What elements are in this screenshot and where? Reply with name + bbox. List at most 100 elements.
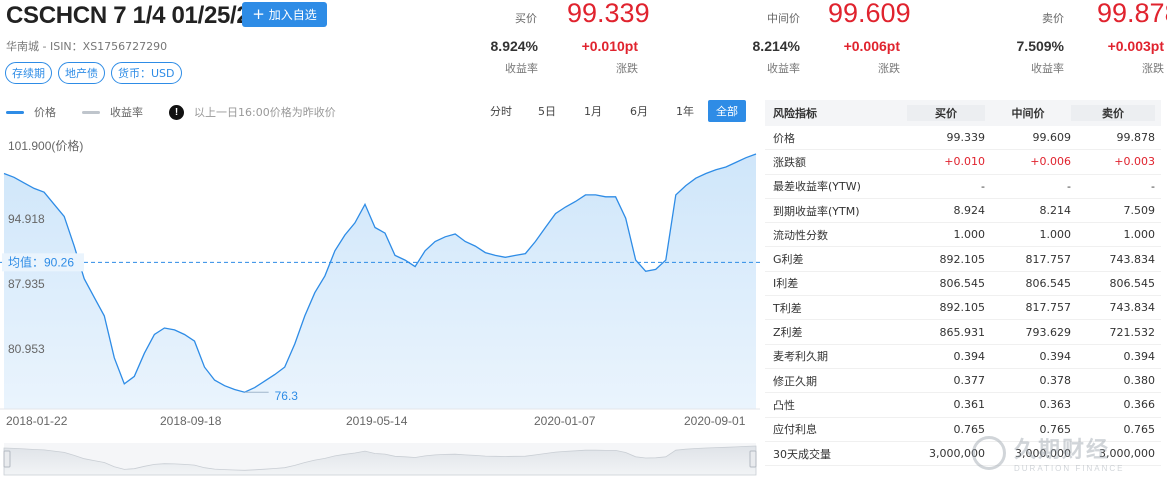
mid-value: 0.394 <box>1039 349 1072 363</box>
quote-yield: 7.509% <box>1016 38 1064 54</box>
header-mid: 中间价 <box>985 105 1071 121</box>
quote-yield-label: 收益率 <box>505 62 538 75</box>
bid-value: 0.361 <box>953 398 986 412</box>
metric-name: T利差 <box>773 301 802 315</box>
add-to-watchlist-button[interactable]: + 加入自选 <box>242 2 327 27</box>
mid-value: 3,000,000 <box>1015 447 1071 460</box>
x-tick-label: 2018-01-22 <box>6 414 68 428</box>
table-row: T利差 892.105 817.757 743.834 <box>765 296 1161 321</box>
header-metric: 风险指标 <box>773 107 817 120</box>
tag-currency[interactable]: 货币：USD <box>111 62 182 84</box>
ask-value: 99.878 <box>1116 131 1156 145</box>
ask-value: 7.509 <box>1123 204 1156 218</box>
bid-value: 892.105 <box>939 301 986 315</box>
mid-value: 0.765 <box>1039 422 1072 436</box>
quote-price: 99.609 <box>828 0 911 28</box>
quote-yield-label: 收益率 <box>767 62 800 75</box>
ask-value: 743.834 <box>1109 252 1156 266</box>
metric-name: 应付利息 <box>773 423 817 437</box>
bid-value: 806.545 <box>939 276 986 290</box>
quote-yield: 8.924% <box>490 38 538 54</box>
metric-name: 麦考利久期 <box>773 350 828 364</box>
close-price-note: 以上一日16:00价格为昨收价 <box>194 106 336 119</box>
ask-value: 743.834 <box>1109 301 1156 315</box>
x-tick-label: 2019-05-14 <box>346 414 408 428</box>
mid-value: 99.609 <box>1032 131 1072 145</box>
metric-name: 最差收益率(YTW) <box>773 180 861 194</box>
legend-price[interactable]: 价格 <box>6 104 56 120</box>
add-to-watchlist-label: 加入自选 <box>268 8 317 22</box>
bond-title: CSCHCN 7 1/4 01/25/21 <box>6 2 263 29</box>
tag-sector[interactable]: 地产债 <box>58 62 105 84</box>
time-range-selector: 分时 5日 1月 6月 1年 全部 <box>478 100 746 122</box>
range-all[interactable]: 全部 <box>708 100 746 122</box>
bid-value: 8.924 <box>953 204 986 218</box>
bid-value: - <box>981 179 985 193</box>
plot-area <box>0 153 760 409</box>
risk-metrics-table: 风险指标 买价 中间价 卖价 价格 99.339 99.609 99.878 涨跌额 +0… <box>765 100 1161 467</box>
tag-list: 存续期 地产债 货币：USD <box>5 62 182 84</box>
range-1y[interactable]: 1年 <box>662 100 708 122</box>
table-row: 流动性分数 1.000 1.000 1.000 <box>765 223 1161 248</box>
table-row: 价格 99.339 99.609 99.878 <box>765 126 1161 151</box>
bid-value: +0.010 <box>944 155 985 169</box>
ask-value: 1.000 <box>1123 228 1156 242</box>
navigator-handle-left[interactable] <box>3 450 11 468</box>
tag-status[interactable]: 存续期 <box>5 62 52 84</box>
ask-value: 806.545 <box>1109 276 1156 290</box>
x-tick-label: 2018-09-18 <box>160 414 222 428</box>
bid-value: 865.931 <box>939 325 986 339</box>
table-row: I利差 806.545 806.545 806.545 <box>765 272 1161 297</box>
quote-price: 99.339 <box>567 0 650 28</box>
x-tick-label: 2020-01-07 <box>534 414 596 428</box>
metric-name: 涨跌额 <box>773 155 806 169</box>
legend-price-swatch <box>6 110 24 114</box>
chart-legend: 价格 收益率 ! 以上一日16:00价格为昨收价 <box>6 104 336 120</box>
y-tick-label: 80.953 <box>8 342 45 356</box>
metric-name: Z利差 <box>773 326 803 340</box>
metric-name: 30天成交量 <box>773 447 831 461</box>
range-5d[interactable]: 5日 <box>524 100 570 122</box>
table-row: 应付利息 0.765 0.765 0.765 <box>765 418 1161 442</box>
average-label: 均值：90.26 <box>8 254 74 269</box>
table-row: Z利差 865.931 793.629 721.532 <box>765 320 1161 345</box>
legend-yield[interactable]: 收益率 <box>82 104 143 120</box>
metric-name: 到期收益率(YTM) <box>773 204 860 218</box>
mid-value: 806.545 <box>1025 276 1072 290</box>
metric-name: 修正久期 <box>773 374 817 388</box>
quote-yield-label: 收益率 <box>1031 62 1064 75</box>
ask-value: 0.394 <box>1123 349 1156 363</box>
header-bid: 买价 <box>907 105 985 121</box>
y-axis-top-label: 101.900(价格) <box>8 138 83 153</box>
table-row: 最差收益率(YTW) - - - <box>765 175 1161 199</box>
quote-label: 买价 <box>515 12 537 25</box>
range-1m[interactable]: 1月 <box>570 100 616 122</box>
mid-value: 817.757 <box>1025 252 1072 266</box>
table-row: 30天成交量 3,000,000 3,000,000 3,000,000 <box>765 442 1161 467</box>
ask-value: 0.765 <box>1123 422 1156 436</box>
table-row: 修正久期 0.377 0.378 0.380 <box>765 369 1161 394</box>
quote-change-label: 涨跌 <box>878 62 900 75</box>
mid-value: 1.000 <box>1039 228 1072 242</box>
bid-value: 892.105 <box>939 252 986 266</box>
plus-icon: + <box>252 5 265 23</box>
range-6m[interactable]: 6月 <box>616 100 662 122</box>
navigator-handle-right[interactable] <box>749 450 757 468</box>
range-intraday[interactable]: 分时 <box>478 100 524 122</box>
table-row: 涨跌额 +0.010 +0.006 +0.003 <box>765 150 1161 175</box>
price-chart[interactable]: 101.900(价格) 94.918 87.935 80.953 均值：90.2… <box>0 130 760 480</box>
mid-value: 8.214 <box>1039 204 1072 218</box>
quote-change: +0.010pt <box>581 38 638 54</box>
table-row: 到期收益率(YTM) 8.924 8.214 7.509 <box>765 199 1161 224</box>
y-tick-label: 87.935 <box>8 277 45 291</box>
mid-value: 817.757 <box>1025 301 1072 315</box>
range-navigator[interactable] <box>3 443 757 476</box>
ask-value: 0.366 <box>1123 398 1156 412</box>
x-tick-label: 2020-09-01 <box>684 414 746 428</box>
ask-value: 721.532 <box>1109 325 1156 339</box>
mid-value: 0.363 <box>1039 398 1072 412</box>
quote-price: 99.878 <box>1097 0 1167 28</box>
quote-change-label: 涨跌 <box>616 62 638 75</box>
metric-name: I利差 <box>773 277 799 291</box>
bid-value: 3,000,000 <box>929 447 985 460</box>
